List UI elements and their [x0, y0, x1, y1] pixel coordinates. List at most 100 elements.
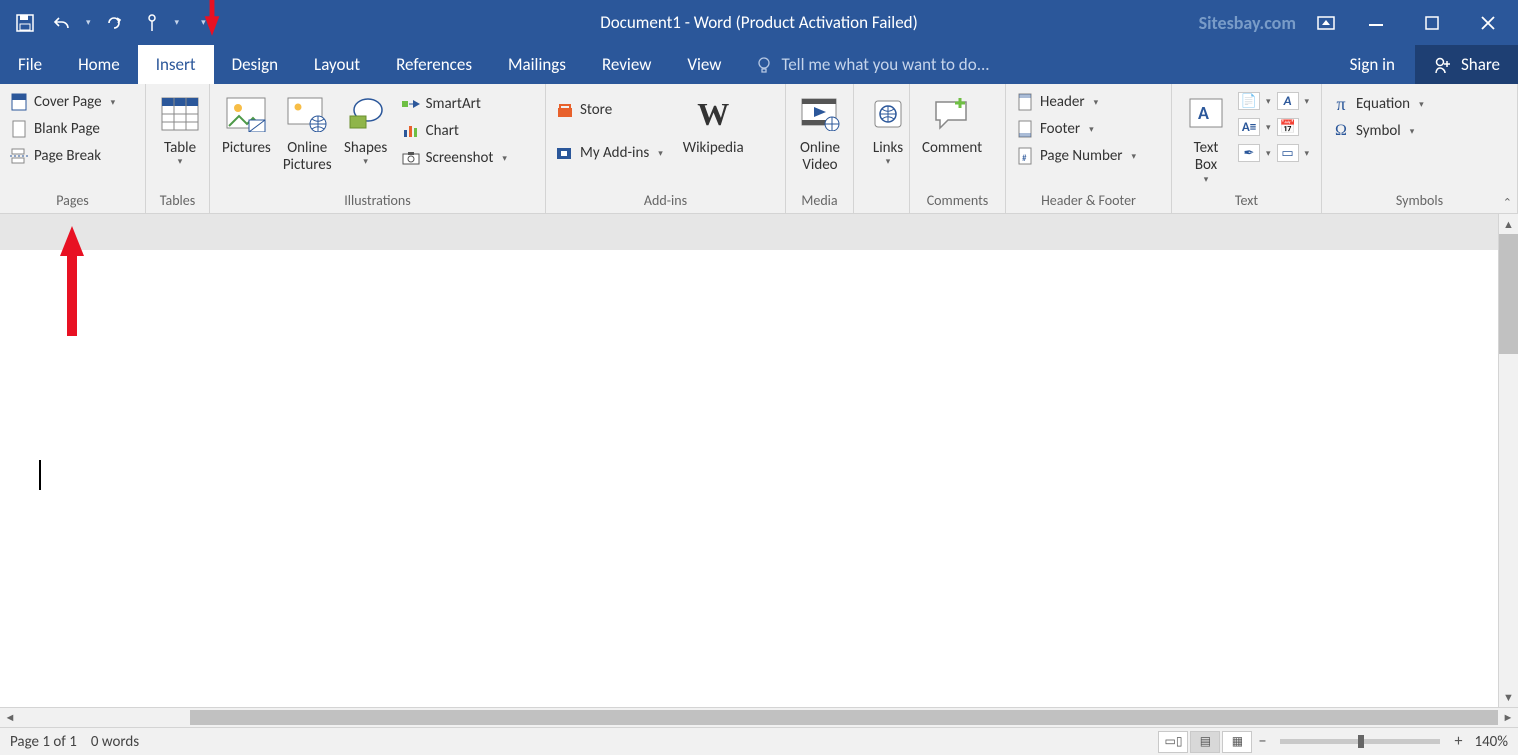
ribbon-insert: Cover Page▾ Blank Page Page Break Pages	[0, 84, 1518, 214]
wikipedia-icon: W	[691, 92, 735, 136]
maximize-icon	[1425, 16, 1439, 30]
tab-design[interactable]: Design	[214, 45, 296, 84]
quick-parts-button[interactable]: 📄	[1238, 92, 1260, 110]
sign-in-link[interactable]: Sign in	[1330, 45, 1415, 84]
horizontal-scrollbar[interactable]: ◄ ►	[0, 707, 1518, 727]
video-icon	[798, 92, 842, 136]
links-button[interactable]: Links ▾	[860, 88, 916, 170]
screenshot-button[interactable]: Screenshot▾	[398, 146, 511, 170]
save-icon	[16, 14, 34, 32]
store-icon	[556, 101, 574, 119]
group-media-label: Media	[786, 190, 853, 213]
tell-me-placeholder: Tell me what you want to do...	[781, 54, 989, 75]
drop-cap-button[interactable]: A≡	[1238, 118, 1260, 136]
header-label: Header	[1040, 93, 1085, 111]
footer-button[interactable]: Footer▾	[1012, 117, 1140, 141]
touch-dropdown[interactable]: ▾	[173, 17, 182, 28]
zoom-value[interactable]: 140%	[1468, 733, 1508, 751]
qat-customize[interactable]: ▾	[185, 17, 208, 28]
tab-mailings[interactable]: Mailings	[490, 45, 584, 84]
text-box-button[interactable]: A Text Box▾	[1178, 88, 1234, 187]
ribbon-display-options[interactable]	[1308, 0, 1344, 45]
comment-icon	[930, 92, 974, 136]
save-button[interactable]	[8, 6, 42, 40]
header-button[interactable]: Header▾	[1012, 90, 1140, 114]
page-break-button[interactable]: Page Break	[6, 144, 119, 168]
equation-button[interactable]: π Equation▾	[1328, 92, 1428, 116]
store-button[interactable]: Store	[552, 98, 667, 122]
quick-access-toolbar: ▾ ▾ ▾	[0, 6, 216, 40]
tab-review[interactable]: Review	[584, 45, 669, 84]
links-label: Links	[873, 140, 903, 157]
word-count[interactable]: 0 words	[91, 733, 139, 751]
tab-view[interactable]: View	[669, 45, 739, 84]
group-illustrations-label: Illustrations	[210, 190, 545, 213]
collapse-ribbon-button[interactable]: ⌃	[1503, 196, 1512, 209]
group-comments: Comment Comments	[910, 84, 1006, 213]
scroll-up-button[interactable]: ▲	[1499, 214, 1518, 234]
page-indicator[interactable]: Page 1 of 1	[10, 733, 77, 751]
online-video-button[interactable]: Online Video	[792, 88, 848, 177]
date-time-button[interactable]: 📅	[1277, 118, 1299, 136]
scroll-left-button[interactable]: ◄	[0, 708, 20, 727]
comment-button[interactable]: Comment	[916, 88, 988, 159]
scroll-thumb[interactable]	[1499, 234, 1518, 354]
hscroll-thumb[interactable]	[190, 710, 1498, 725]
redo-button[interactable]	[97, 6, 131, 40]
lightbulb-icon	[755, 56, 773, 74]
group-comments-label: Comments	[910, 190, 1005, 213]
table-button[interactable]: Table ▾	[152, 88, 208, 170]
signature-line-button[interactable]: ✒	[1238, 144, 1260, 162]
print-layout-button[interactable]: ▤	[1190, 731, 1220, 753]
web-layout-button[interactable]: ▦	[1222, 731, 1252, 753]
cover-page-button[interactable]: Cover Page▾	[6, 90, 119, 114]
my-addins-button[interactable]: My Add-ins▾	[552, 141, 667, 165]
wikipedia-button[interactable]: W Wikipedia	[677, 88, 750, 159]
page-number-icon: #	[1016, 147, 1034, 165]
blank-page-button[interactable]: Blank Page	[6, 117, 119, 141]
zoom-slider-thumb[interactable]	[1358, 735, 1364, 748]
wordart-button[interactable]: A	[1277, 92, 1299, 110]
close-button[interactable]	[1464, 0, 1512, 45]
store-label: Store	[580, 101, 612, 119]
vertical-scrollbar[interactable]: ▲ ▼	[1498, 214, 1518, 707]
chart-button[interactable]: Chart	[398, 119, 511, 143]
symbol-button[interactable]: Ω Symbol▾	[1328, 119, 1428, 143]
read-mode-button[interactable]: ▭▯	[1158, 731, 1188, 753]
online-pictures-button[interactable]: Online Pictures	[277, 88, 338, 177]
document-page[interactable]	[0, 250, 1498, 707]
smartart-button[interactable]: SmartArt	[398, 92, 511, 116]
watermark-text: Sitesbay.com	[1199, 12, 1302, 34]
tab-file[interactable]: File	[0, 45, 60, 84]
share-label: Share	[1461, 54, 1500, 75]
group-header-footer: Header▾ Footer▾ # Page Number▾ Header & …	[1006, 84, 1172, 213]
group-tables-label: Tables	[146, 190, 209, 213]
undo-dropdown[interactable]: ▾	[84, 17, 93, 28]
minimize-button[interactable]	[1352, 0, 1400, 45]
shapes-label: Shapes	[344, 140, 387, 157]
document-scroll[interactable]	[0, 214, 1498, 707]
text-box-label: Text Box	[1194, 140, 1219, 175]
pictures-button[interactable]: Pictures	[216, 88, 277, 159]
touch-mode-button[interactable]	[135, 6, 169, 40]
ribbon-tabs: File Home Insert Design Layout Reference…	[0, 45, 1518, 84]
tab-references[interactable]: References	[378, 45, 490, 84]
tell-me-search[interactable]: Tell me what you want to do...	[739, 45, 1329, 84]
zoom-in-button[interactable]: +	[1450, 732, 1466, 751]
tab-home[interactable]: Home	[60, 45, 138, 84]
zoom-slider[interactable]	[1280, 739, 1440, 744]
object-button[interactable]: ▭	[1277, 144, 1299, 162]
undo-button[interactable]	[46, 6, 80, 40]
page-number-button[interactable]: # Page Number▾	[1012, 144, 1140, 168]
tab-layout[interactable]: Layout	[296, 45, 378, 84]
my-addins-label: My Add-ins	[580, 144, 649, 162]
group-addins-label: Add-ins	[546, 190, 785, 213]
shapes-button[interactable]: Shapes ▾	[338, 88, 394, 170]
tab-insert[interactable]: Insert	[138, 45, 214, 84]
share-button[interactable]: Share	[1415, 45, 1518, 84]
group-links-label	[854, 207, 909, 213]
scroll-down-button[interactable]: ▼	[1499, 687, 1518, 707]
zoom-out-button[interactable]: −	[1254, 732, 1270, 751]
scroll-right-button[interactable]: ►	[1498, 708, 1518, 727]
maximize-button[interactable]	[1408, 0, 1456, 45]
